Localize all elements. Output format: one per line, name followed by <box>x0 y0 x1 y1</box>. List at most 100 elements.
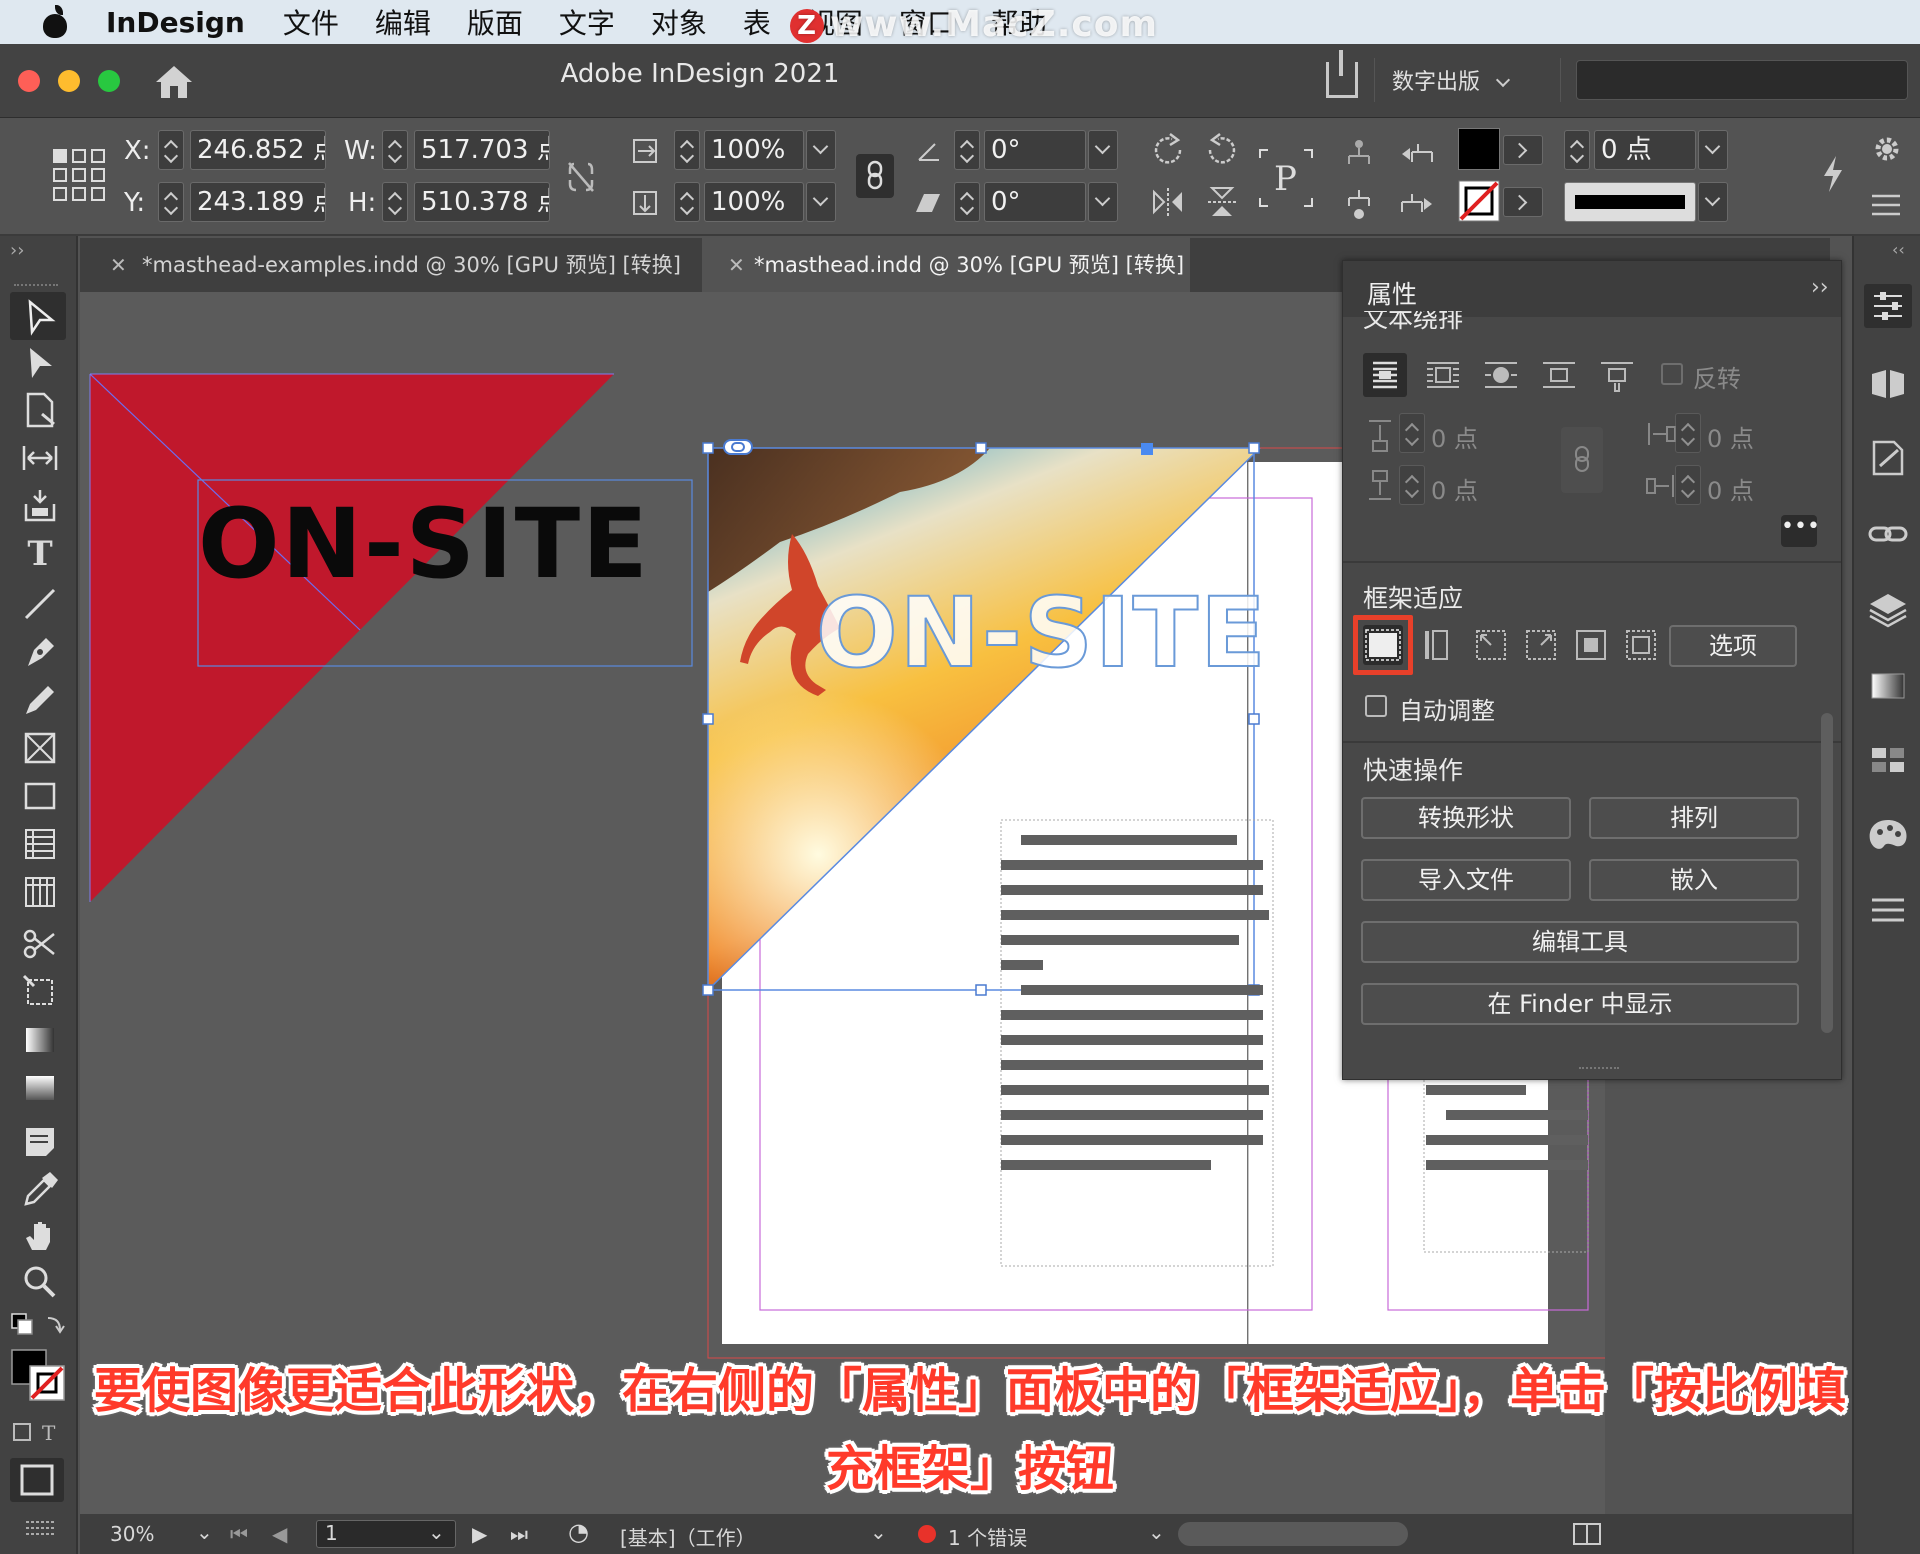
last-page-icon[interactable]: ⏭ <box>510 1522 528 1546</box>
properties-panel-icon[interactable] <box>1864 284 1912 328</box>
screen-mode-preview-icon[interactable] <box>22 1516 58 1538</box>
pen-tool-icon[interactable] <box>20 632 60 672</box>
collapse-panel-icon[interactable]: ›› <box>1811 275 1829 300</box>
embed-button[interactable]: 嵌入 <box>1589 859 1799 901</box>
scale-x-stepper[interactable] <box>674 130 700 170</box>
panel-title[interactable]: 属性 <box>1367 275 1417 311</box>
reference-point-icon[interactable] <box>52 148 106 202</box>
rectangle-tool-icon[interactable] <box>20 776 60 816</box>
panel-scrollbar[interactable] <box>1821 713 1833 1033</box>
fit-content-to-frame-button[interactable] <box>1521 625 1561 665</box>
more-options-icon[interactable]: ••• <box>1781 515 1820 547</box>
auto-fit-checkbox[interactable] <box>1365 695 1387 717</box>
content-grabber[interactable] <box>1141 443 1153 455</box>
preflight-profile[interactable]: [基本]（工作） <box>620 1522 756 1551</box>
link-offsets-button[interactable] <box>1561 427 1603 493</box>
hand-tool-icon[interactable] <box>20 1216 60 1256</box>
h-field[interactable]: 510.378 点 <box>414 182 550 222</box>
wrap-object-shape-button[interactable] <box>1479 353 1523 397</box>
gradient-feather-tool-icon[interactable] <box>20 1068 60 1108</box>
bottom-offset-stepper[interactable] <box>1399 465 1425 505</box>
split-view-icon[interactable] <box>1572 1522 1602 1546</box>
tab-masthead[interactable]: ✕ *masthead.indd @ 30% [GPU 预览] [转换] <box>702 238 1190 292</box>
eyedropper-tool-icon[interactable] <box>20 1170 60 1210</box>
select-previous-icon[interactable] <box>1396 138 1436 168</box>
zoom-dropdown-icon[interactable]: ⌄ <box>196 1520 213 1544</box>
headline-photo[interactable]: ON-SITE <box>815 576 1268 690</box>
gradient-panel-icon[interactable] <box>1864 664 1912 708</box>
edit-tool-button[interactable]: 编辑工具 <box>1361 921 1799 963</box>
wrap-next-column-button[interactable] <box>1595 353 1639 397</box>
error-count[interactable]: 1 个错误 <box>948 1522 1027 1551</box>
vertical-grid-tool-icon[interactable] <box>20 872 60 912</box>
menu-object[interactable]: 对象 <box>651 2 707 42</box>
note-tool-icon[interactable] <box>20 1122 60 1162</box>
rectangle-frame-tool-icon[interactable] <box>20 728 60 768</box>
preflight-icon[interactable]: ◔ <box>568 1518 589 1546</box>
center-content-button[interactable] <box>1571 625 1611 665</box>
scale-x-field[interactable]: 100% <box>704 130 804 170</box>
panel-menu-icon[interactable] <box>1870 192 1902 218</box>
stroke-type-field[interactable] <box>1564 182 1696 222</box>
menu-type[interactable]: 文字 <box>559 2 615 42</box>
close-tab-icon[interactable]: ✕ <box>728 238 745 292</box>
flip-vertical-icon[interactable] <box>1204 184 1240 220</box>
link-scale-icon[interactable] <box>856 154 894 198</box>
links-panel-icon[interactable] <box>1864 512 1912 556</box>
import-file-button[interactable]: 导入文件 <box>1361 859 1571 901</box>
previous-page-icon[interactable]: ◀ <box>272 1522 287 1546</box>
x-stepper[interactable] <box>158 130 184 170</box>
bottom-offset-field[interactable]: 0 点 <box>1431 471 1478 506</box>
top-offset-field[interactable]: 0 点 <box>1431 419 1478 454</box>
zoom-tool-icon[interactable] <box>20 1262 60 1302</box>
share-icon[interactable] <box>1326 50 1358 98</box>
layers-panel-icon[interactable] <box>1864 588 1912 632</box>
convert-shape-button[interactable]: 转换形状 <box>1361 797 1571 839</box>
flip-horizontal-icon[interactable] <box>1150 184 1186 220</box>
w-stepper[interactable] <box>382 130 408 170</box>
wrap-jump-object-button[interactable] <box>1537 353 1581 397</box>
page-dropdown-icon[interactable]: ⌄ <box>428 1520 445 1544</box>
headline-left[interactable]: ON-SITE <box>198 488 650 600</box>
stroke-dropdown[interactable] <box>1503 187 1543 217</box>
stroke-panel-icon[interactable] <box>1864 888 1912 932</box>
menu-layout[interactable]: 版面 <box>467 2 523 42</box>
fill-swatch[interactable] <box>1458 128 1500 170</box>
gradient-swatch-tool-icon[interactable] <box>20 1020 60 1060</box>
h-stepper[interactable] <box>382 182 408 222</box>
w-field[interactable]: 517.703 点 <box>414 130 550 170</box>
select-container-icon[interactable] <box>1344 138 1374 168</box>
app-menu[interactable]: InDesign <box>106 6 245 39</box>
content-aware-fit-button[interactable] <box>1621 625 1661 665</box>
pages-panel-icon[interactable] <box>1864 362 1912 406</box>
pencil-tool-icon[interactable] <box>20 680 60 720</box>
fit-frame-to-content-button[interactable] <box>1471 625 1511 665</box>
right-offset-field[interactable]: 0 点 <box>1707 471 1754 506</box>
expand-panel-icon[interactable]: ›› <box>10 240 24 261</box>
line-tool-icon[interactable] <box>20 584 60 624</box>
invert-checkbox[interactable] <box>1661 363 1683 385</box>
next-page-icon[interactable]: ▶ <box>472 1522 487 1546</box>
gap-tool-icon[interactable] <box>20 438 60 478</box>
constrain-proportions-icon[interactable] <box>566 160 596 194</box>
stroke-type-dropdown[interactable] <box>1698 182 1728 222</box>
free-transform-tool-icon[interactable] <box>20 972 60 1012</box>
menu-table[interactable]: 表 <box>743 2 771 42</box>
screen-mode-button[interactable] <box>10 1458 64 1502</box>
direct-selection-tool-icon[interactable] <box>20 344 60 384</box>
horizontal-scrollbar[interactable] <box>1178 1522 1408 1546</box>
select-content-icon[interactable] <box>1344 188 1374 222</box>
top-offset-stepper[interactable] <box>1399 413 1425 453</box>
content-collector-icon[interactable] <box>20 486 60 526</box>
profile-dropdown-icon[interactable]: ⌄ <box>870 1520 887 1544</box>
scale-y-dropdown[interactable] <box>806 182 836 222</box>
red-triangle-shape[interactable] <box>90 374 614 902</box>
wrap-bounding-box-button[interactable] <box>1421 353 1465 397</box>
scale-x-dropdown[interactable] <box>806 130 836 170</box>
fill-dropdown[interactable] <box>1503 135 1543 165</box>
y-stepper[interactable] <box>158 182 184 222</box>
menu-file[interactable]: 文件 <box>283 2 339 42</box>
gear-icon[interactable] <box>1872 134 1902 164</box>
zoom-level[interactable]: 30% <box>110 1522 154 1546</box>
cc-libraries-icon[interactable] <box>1864 436 1912 480</box>
